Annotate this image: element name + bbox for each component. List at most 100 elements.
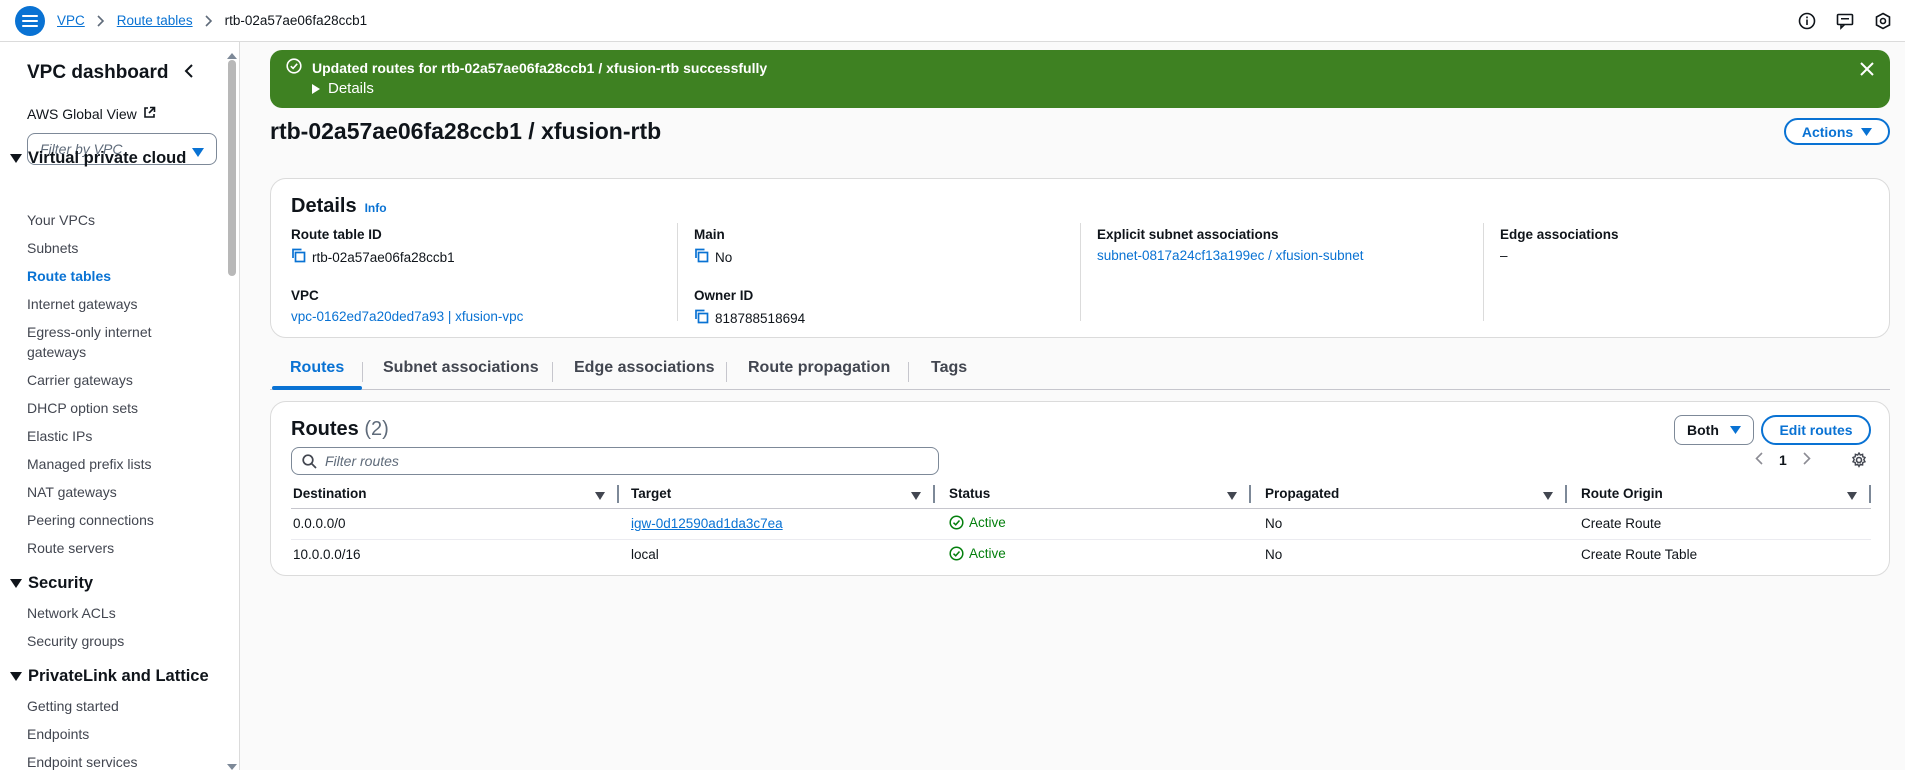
actions-button[interactable]: Actions — [1784, 118, 1890, 145]
aws-global-view-link[interactable]: AWS Global View — [27, 106, 156, 122]
cell-destination: 0.0.0.0/0 — [291, 508, 619, 540]
info-icon[interactable] — [1795, 9, 1819, 33]
nav-item-endpoints[interactable]: Endpoints — [27, 724, 89, 744]
nav-item-internet-gateways[interactable]: Internet gateways — [27, 294, 138, 314]
column-header-label: Propagated — [1265, 486, 1340, 502]
cell-destination: 10.0.0.0/16 — [293, 547, 361, 563]
sort-caret-icon[interactable] — [1227, 488, 1237, 503]
cell-propagated: No — [1265, 547, 1283, 563]
nav-item-security-groups[interactable]: Security groups — [27, 631, 124, 651]
column-header-destination[interactable]: Destination — [291, 480, 619, 509]
tab-separator — [908, 362, 909, 382]
tab-bar: Routes Subnet associations Edge associat… — [270, 352, 1890, 390]
routes-table: Destination Target Status Propagated Rou… — [291, 480, 1871, 570]
caret-down-icon — [10, 153, 22, 163]
vpc-label: VPC — [291, 288, 319, 303]
chevron-left-icon[interactable] — [1755, 452, 1763, 468]
chevron-right-icon — [205, 14, 213, 27]
close-icon[interactable] — [1860, 62, 1874, 79]
nav-section-privatelink-and-lattice[interactable]: PrivateLink and Lattice — [10, 667, 209, 686]
column-header-label: Destination — [293, 486, 367, 502]
route-filter-select[interactable]: Both — [1674, 415, 1754, 445]
scroll-up-arrow-icon[interactable] — [227, 46, 237, 62]
sort-caret-icon[interactable] — [595, 488, 605, 503]
filter-routes-input[interactable]: Filter routes — [291, 447, 939, 475]
nav-item-nat-gateways[interactable]: NAT gateways — [27, 482, 117, 502]
column-resizer[interactable] — [1869, 485, 1871, 503]
explicit-subnet-associations-label: Explicit subnet associations — [1097, 227, 1279, 242]
sidebar-scrollbar[interactable] — [228, 60, 236, 276]
tab-tags[interactable]: Tags — [931, 359, 967, 377]
breadcrumb-current: rtb-02a57ae06fa28ccb1 — [224, 13, 368, 28]
nav-section-title: PrivateLink and Lattice — [28, 667, 209, 685]
column-header-status[interactable]: Status — [935, 480, 1251, 509]
nav-item-network-acls[interactable]: Network ACLs — [27, 603, 116, 623]
success-check-icon — [949, 514, 964, 530]
tab-subnet-associations[interactable]: Subnet associations — [383, 359, 539, 377]
copy-icon[interactable] — [694, 309, 709, 327]
sort-caret-icon[interactable] — [1543, 488, 1553, 503]
tab-route-propagation[interactable]: Route propagation — [748, 359, 890, 377]
tab-edge-associations[interactable]: Edge associations — [574, 359, 715, 377]
flash-details-label: Details — [328, 80, 374, 97]
feedback-icon[interactable] — [1833, 9, 1857, 33]
tab-separator — [362, 362, 363, 382]
table-row[interactable]: 0.0.0.0/0 igw-0d12590ad1da3c7ea Active N… — [291, 508, 1871, 540]
nav-item-endpoint-services[interactable]: Endpoint services — [27, 752, 138, 770]
status-text: Active — [969, 514, 1006, 530]
owner-id-value: 818788518694 — [715, 310, 806, 326]
status-text: Active — [969, 545, 1006, 561]
sort-caret-icon[interactable] — [1847, 488, 1857, 503]
caret-right-icon — [312, 83, 320, 94]
edit-routes-button[interactable]: Edit routes — [1761, 415, 1871, 445]
nav-item-dhcp-option-sets[interactable]: DHCP option sets — [27, 398, 138, 418]
owner-id-label: Owner ID — [694, 288, 754, 303]
routes-title-text: Routes — [291, 418, 359, 440]
sort-caret-icon[interactable] — [911, 488, 921, 503]
column-header-label: Target — [631, 486, 672, 502]
sidebar-title[interactable]: VPC dashboard — [27, 62, 168, 84]
nav-item-your-vpcs[interactable]: Your VPCs — [27, 210, 95, 230]
global-view-label: AWS Global View — [27, 106, 137, 122]
gear-icon[interactable] — [1851, 451, 1867, 471]
nav-section-security[interactable]: Security — [10, 574, 93, 593]
nav-section-virtual-private-cloud[interactable]: Virtual private cloud — [10, 149, 186, 168]
page-number[interactable]: 1 — [1779, 452, 1787, 468]
nav-item-peering-connections[interactable]: Peering connections — [27, 510, 154, 530]
subnet-link[interactable]: subnet-0817a24cf13a199ec / xfusion-subne… — [1097, 248, 1363, 263]
column-header-target[interactable]: Target — [619, 480, 935, 509]
breadcrumb-vpc-link[interactable]: VPC — [57, 13, 85, 28]
nav-item-subnets[interactable]: Subnets — [27, 238, 78, 258]
breadcrumb-route-tables-link[interactable]: Route tables — [117, 13, 193, 28]
nav-item-elastic-ips[interactable]: Elastic IPs — [27, 426, 92, 446]
menu-icon[interactable] — [15, 5, 45, 36]
column-header-propagated[interactable]: Propagated — [1251, 480, 1567, 509]
target-link[interactable]: igw-0d12590ad1da3c7ea — [631, 516, 783, 531]
nav-item-route-tables[interactable]: Route tables — [27, 266, 111, 286]
filter-routes-placeholder: Filter routes — [325, 453, 399, 469]
nav-item-managed-prefix-lists[interactable]: Managed prefix lists — [27, 454, 152, 474]
tab-routes[interactable]: Routes — [290, 359, 344, 377]
settings-icon[interactable] — [1871, 9, 1895, 33]
success-flash-banner: Updated routes for rtb-02a57ae06fa28ccb1… — [270, 50, 1890, 108]
flash-details-toggle[interactable]: Details — [312, 80, 374, 97]
chevron-left-icon[interactable] — [184, 64, 194, 81]
nav-item-getting-started[interactable]: Getting started — [27, 696, 119, 716]
top-navigation-bar: VPC Route tables rtb-02a57ae06fa28ccb1 — [0, 0, 1905, 42]
caret-down-icon — [1730, 426, 1741, 434]
chevron-right-icon[interactable] — [1803, 452, 1811, 468]
column-header-route-origin[interactable]: Route Origin — [1567, 480, 1871, 509]
vpc-link[interactable]: vpc-0162ed7a20ded7a93 | xfusion-vpc — [291, 309, 523, 324]
caret-down-icon — [1861, 127, 1873, 136]
nav-item-egress-only-internet-gateways[interactable]: Egress-only internet gateways — [27, 322, 177, 362]
nav-item-carrier-gateways[interactable]: Carrier gateways — [27, 370, 133, 390]
table-row[interactable]: 10.0.0.0/16 local Active No Create Route… — [291, 539, 1871, 570]
column-header-label: Route Origin — [1581, 486, 1663, 502]
routes-panel: Routes (2) Both Edit routes Filter route… — [270, 401, 1890, 576]
info-link[interactable]: Info — [365, 201, 387, 215]
caret-down-icon — [10, 671, 22, 681]
copy-icon[interactable] — [694, 248, 709, 266]
scroll-down-arrow-icon[interactable] — [227, 757, 237, 770]
copy-icon[interactable] — [291, 248, 306, 266]
nav-item-route-servers[interactable]: Route servers — [27, 538, 114, 558]
